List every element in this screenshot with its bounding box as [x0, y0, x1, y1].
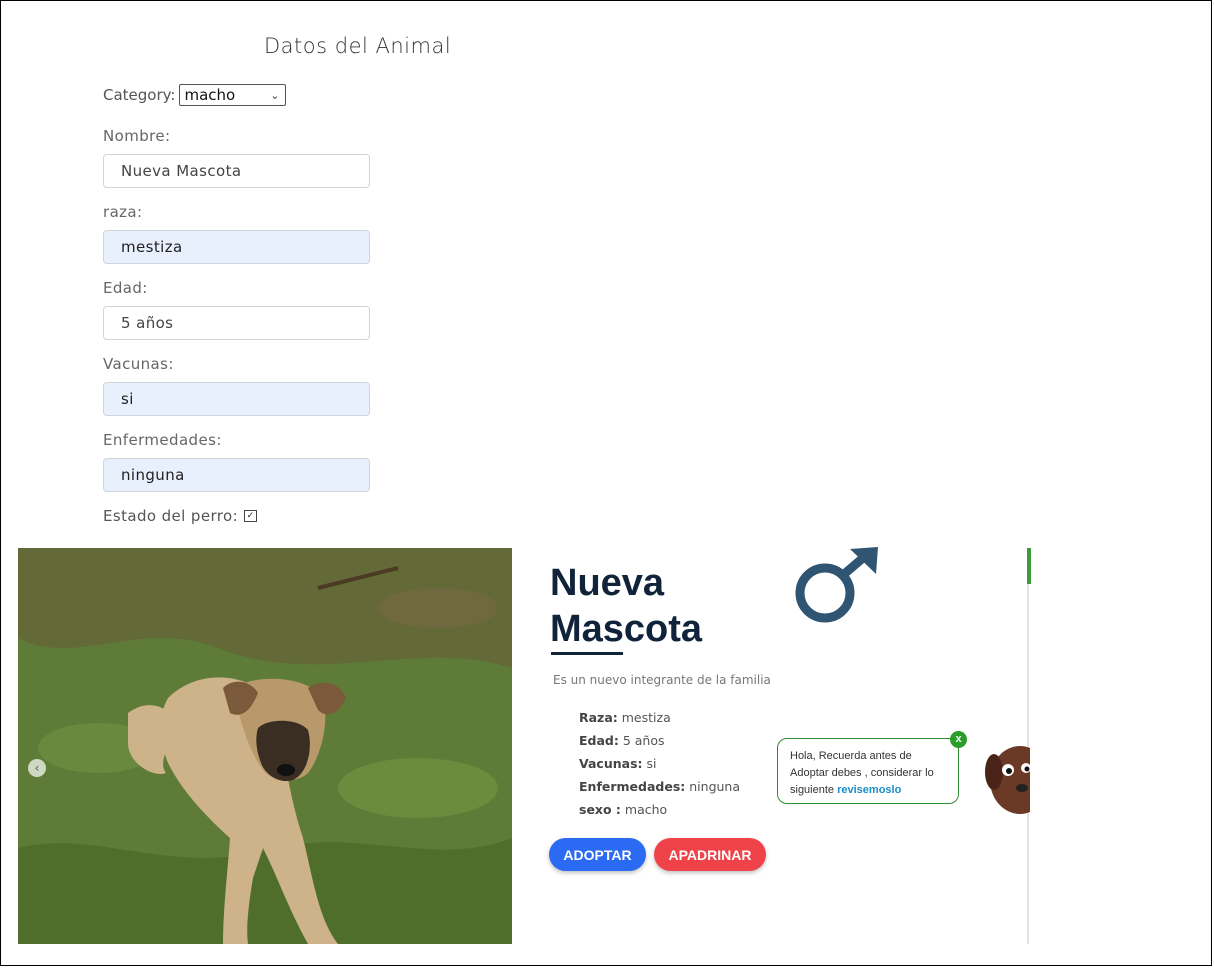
category-select[interactable]: macho ⌄ [179, 84, 287, 106]
dog-mascot-icon[interactable] [982, 742, 1030, 826]
edad-label: Edad: [103, 279, 148, 297]
dog-photo [18, 548, 512, 944]
tooltip-link[interactable]: revisemoslo [837, 784, 901, 796]
category-value: macho [184, 86, 236, 104]
detail-raza: Raza: mestiza [579, 710, 671, 725]
raza-label: raza: [103, 203, 143, 221]
form-title: Datos del Animal [264, 34, 452, 58]
detail-edad: Edad: 5 años [579, 733, 665, 748]
carousel-prev-button[interactable]: ‹ [28, 759, 46, 777]
tooltip-bubble: Hola, Recuerda antes de Adoptar debes , … [777, 738, 959, 804]
estado-label: Estado del perro: [103, 507, 239, 525]
side-accent [1027, 548, 1031, 584]
detail-enfermedades: Enfermedades: ninguna [579, 779, 741, 794]
estado-row: Estado del perro: ✓ [103, 507, 258, 525]
pet-name: Nueva Mascota [550, 560, 770, 652]
adopt-button[interactable]: ADOPTAR [549, 838, 646, 871]
detail-sexo: sexo : macho [579, 802, 668, 817]
nombre-input[interactable]: Nueva Mascota [103, 154, 370, 188]
raza-input[interactable]: mestiza [103, 230, 370, 264]
name-underline [551, 652, 623, 655]
category-label: Category: [103, 86, 176, 104]
vacunas-label: Vacunas: [103, 355, 174, 373]
tooltip-close-button[interactable]: x [950, 731, 967, 748]
dog-photo-image [18, 548, 512, 944]
nombre-label: Nombre: [103, 127, 171, 145]
male-icon [795, 547, 878, 623]
sponsor-button[interactable]: APADRINAR [654, 838, 766, 871]
category-row: Category: macho ⌄ [103, 84, 287, 106]
edad-input[interactable]: 5 años [103, 306, 370, 340]
estado-checkbox[interactable]: ✓ [244, 510, 258, 522]
vacunas-input[interactable]: si [103, 382, 370, 416]
tagline: Es un nuevo integrante de la familia [553, 673, 771, 687]
enfermedades-label: Enfermedades: [103, 431, 222, 449]
pet-name-line2: Mascota [550, 608, 703, 650]
detail-vacunas: Vacunas: si [579, 756, 657, 771]
pet-name-line1: Nueva [550, 562, 665, 604]
pet-details: Raza: mestiza Edad: 5 años Vacunas: si E… [579, 706, 740, 821]
chevron-down-icon: ⌄ [270, 88, 280, 102]
enfermedades-input[interactable]: ninguna [103, 458, 370, 492]
